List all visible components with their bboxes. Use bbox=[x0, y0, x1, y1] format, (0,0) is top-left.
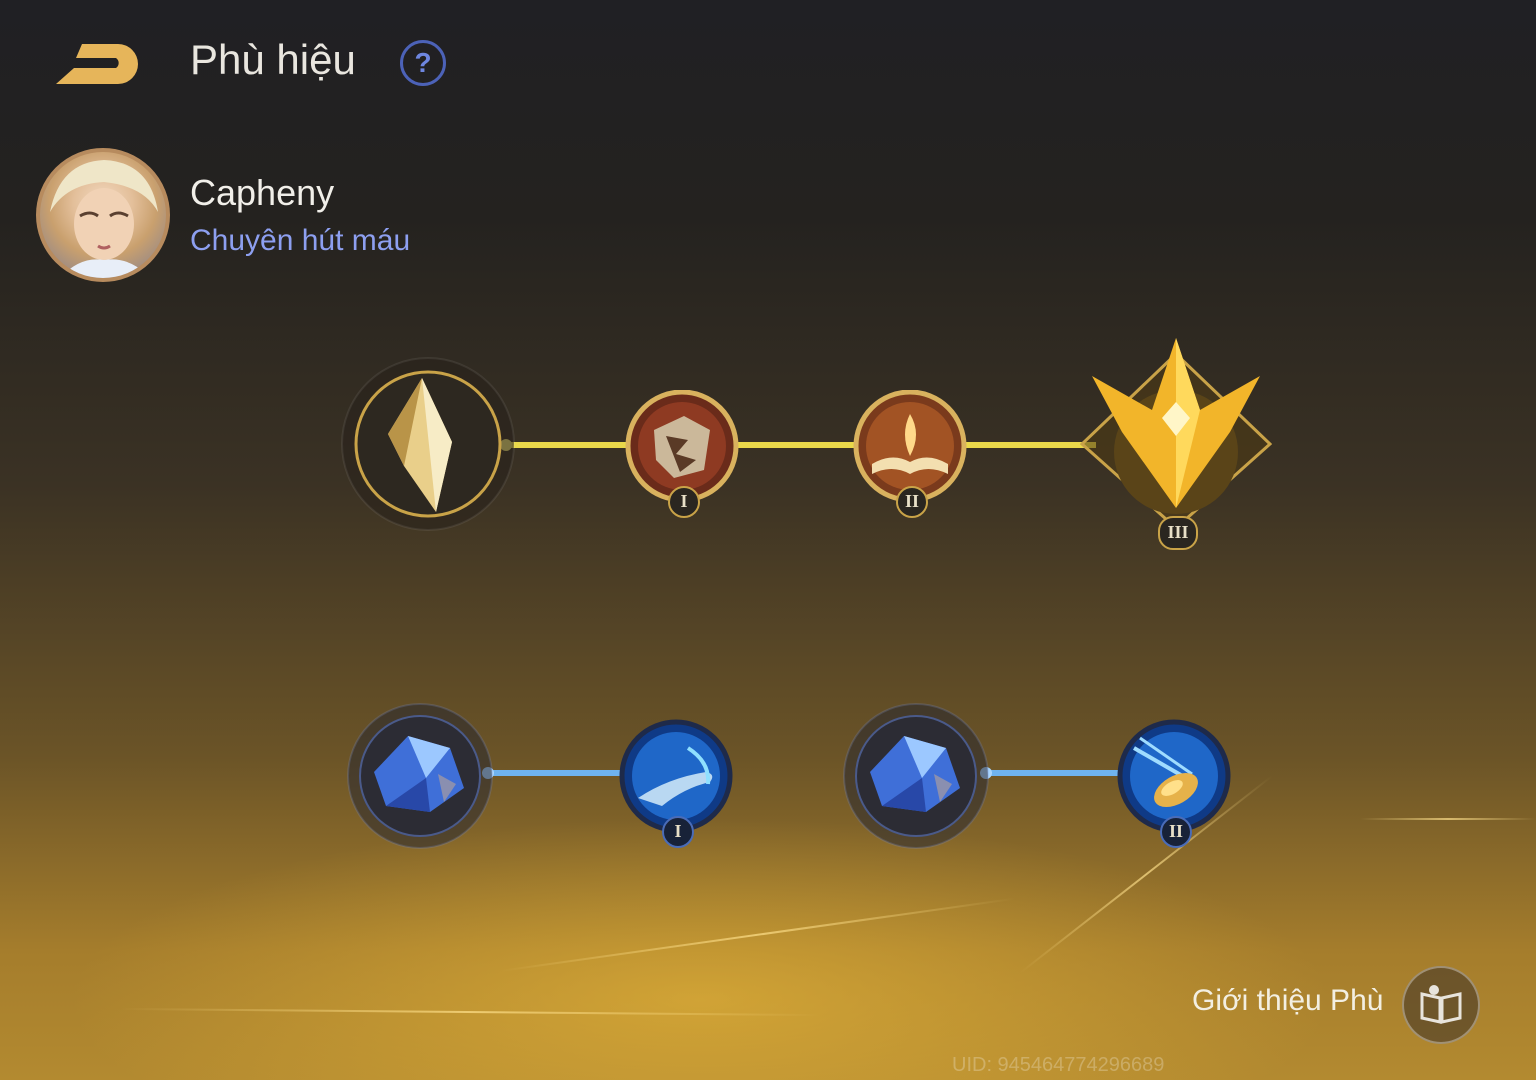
primary-node-1[interactable]: I bbox=[624, 390, 740, 518]
hero-name: Capheny bbox=[190, 172, 335, 213]
arcana-set-name: Chuyên hút máu bbox=[190, 224, 411, 257]
primary-node-2[interactable]: II bbox=[852, 390, 968, 518]
back-button[interactable] bbox=[52, 38, 148, 88]
secondary-node-1[interactable]: I bbox=[618, 718, 734, 848]
primary-root-node[interactable] bbox=[340, 356, 516, 532]
hero-portrait-image bbox=[50, 160, 158, 278]
back-arrow-icon bbox=[56, 44, 138, 84]
help-button[interactable]: ? bbox=[400, 40, 446, 86]
primary-node-3[interactable]: III bbox=[1080, 332, 1272, 550]
secondary-node-2[interactable]: II bbox=[1116, 718, 1232, 848]
light-streak bbox=[1360, 818, 1536, 820]
light-streak bbox=[119, 1008, 820, 1017]
primary-tree-connector bbox=[500, 439, 1096, 451]
level-badge: III bbox=[1158, 516, 1198, 550]
light-streak bbox=[499, 897, 1016, 972]
level-badge: I bbox=[662, 816, 694, 848]
blue-crystal-icon bbox=[843, 703, 989, 849]
secondary-root-node-1[interactable] bbox=[346, 702, 494, 850]
user-id: UID: 945464774296689 bbox=[952, 1054, 1165, 1076]
arcana-intro-button[interactable] bbox=[1402, 966, 1480, 1044]
question-circle-icon: ? bbox=[414, 47, 432, 78]
book-guide-icon bbox=[1420, 985, 1462, 1024]
arcana-intro-label[interactable]: Giới thiệu Phù bbox=[1192, 984, 1383, 1018]
secondary-root-node-2[interactable] bbox=[842, 702, 990, 850]
blue-crystal-icon bbox=[347, 703, 493, 849]
level-badge: II bbox=[896, 486, 928, 518]
page-title: Phù hiệu bbox=[190, 36, 356, 83]
level-badge: II bbox=[1160, 816, 1192, 848]
golden-crest-icon bbox=[1080, 338, 1272, 528]
level-badge: I bbox=[668, 486, 700, 518]
gold-crystal-icon bbox=[341, 357, 515, 531]
hero-avatar[interactable] bbox=[36, 148, 170, 282]
